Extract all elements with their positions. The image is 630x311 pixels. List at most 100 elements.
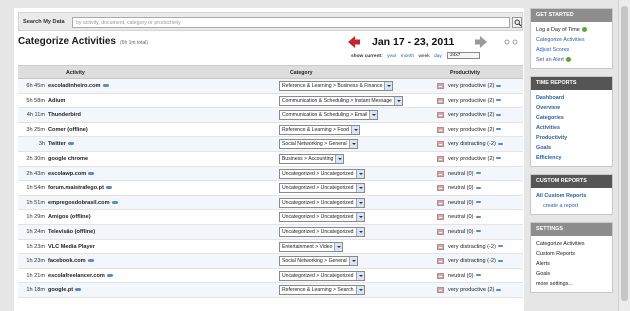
sidebar-item-productivity[interactable]: Productivity (536, 133, 607, 143)
column-category[interactable]: Category (290, 70, 313, 76)
category-select[interactable]: Uncategorized > Uncategorized (279, 168, 365, 179)
edit-link-icon[interactable] (475, 172, 481, 175)
scrollbar-thumb[interactable] (621, 6, 628, 301)
sidebar-item-categories[interactable]: Categories (536, 113, 607, 123)
timezone-select[interactable]: 24x7 (447, 52, 481, 59)
productivity-edit-icon[interactable] (437, 155, 444, 162)
productivity-edit-icon[interactable] (437, 199, 444, 206)
external-link-icon[interactable] (87, 259, 94, 263)
category-select[interactable]: Communication & Scheduling > Email (279, 110, 379, 121)
sidebar-item-overview[interactable]: Overview (536, 103, 607, 113)
external-link-icon[interactable] (111, 200, 118, 204)
category-select[interactable]: Uncategorized > Uncategorized (279, 226, 365, 237)
get-started-item[interactable]: Set an Alert (536, 55, 607, 65)
get-started-item[interactable]: Log a Day of Time (536, 25, 607, 35)
chevron-down-icon (355, 286, 364, 295)
total-time: (6h 1m total) (120, 40, 149, 46)
edit-link-icon[interactable] (496, 99, 502, 102)
productivity-edit-icon[interactable] (437, 126, 444, 133)
external-link-icon[interactable] (88, 171, 95, 175)
edit-link-icon[interactable] (496, 288, 502, 291)
external-link-icon[interactable] (106, 273, 113, 277)
edit-link-icon[interactable] (475, 201, 481, 204)
time-reports-box: TIME REPORTS Dashboard Overview Categori… (530, 76, 613, 167)
chevron-down-icon (348, 140, 357, 149)
chevron-down-icon (355, 271, 364, 280)
category-select[interactable]: Reference & Learning > Business & Financ… (279, 81, 394, 91)
show-month-link[interactable]: month (401, 54, 414, 59)
productivity-edit-icon[interactable] (437, 83, 444, 89)
productivity-edit-icon[interactable] (437, 214, 444, 221)
edit-link-icon[interactable] (496, 113, 502, 116)
sidebar-item-goals[interactable]: Goals (536, 143, 607, 153)
zoom-icons[interactable] (504, 39, 520, 45)
external-link-icon[interactable] (102, 84, 109, 88)
category-select[interactable]: Communication & Scheduling > Instant Mes… (279, 95, 404, 106)
category-select[interactable]: Uncategorized > Uncategorized (279, 270, 365, 281)
time-spent: 1h 23m (26, 258, 45, 265)
custom-reports-header: CUSTOM REPORTS (531, 175, 612, 188)
sidebar-item-activities[interactable]: Activities (536, 123, 607, 133)
external-link-icon[interactable] (75, 288, 82, 292)
productivity-edit-icon[interactable] (437, 272, 444, 279)
external-link-icon[interactable] (67, 142, 74, 146)
custom-reports-box: CUSTOM REPORTS All Custom Reports create… (530, 174, 613, 215)
edit-link-icon[interactable] (497, 142, 503, 145)
category-select[interactable]: Social Networking > General (279, 139, 358, 150)
column-activity[interactable]: Activity (66, 70, 85, 76)
settings-item-more[interactable]: more settings... (536, 279, 607, 289)
category-select[interactable]: Social Networking > General (279, 256, 358, 267)
check-icon (581, 27, 587, 33)
category-select[interactable]: Entertainment > Video (279, 241, 344, 252)
edit-link-icon[interactable] (475, 274, 481, 277)
edit-link-icon[interactable] (496, 128, 502, 131)
create-report-link[interactable]: create a report (536, 201, 607, 211)
show-day-link[interactable]: day (434, 54, 442, 59)
settings-item-goals[interactable]: Goals (536, 269, 607, 279)
time-spent: 6h 45m (26, 83, 45, 89)
edit-link-icon[interactable] (496, 157, 502, 160)
prev-week-icon[interactable] (347, 35, 361, 49)
productivity-edit-icon[interactable] (437, 112, 444, 119)
check-icon (565, 57, 571, 63)
edit-link-icon[interactable] (475, 215, 481, 218)
table-row: 1h 23m VLC Media Player Entertainment > Vi… (18, 240, 523, 255)
show-week-current: week (418, 53, 430, 59)
productivity-edit-icon[interactable] (437, 243, 444, 250)
category-select[interactable]: Uncategorized > Uncategorized (279, 183, 365, 194)
search-input[interactable] (72, 17, 510, 28)
productivity-edit-icon[interactable] (437, 185, 444, 192)
edit-link-icon[interactable] (475, 186, 481, 189)
edit-link-icon[interactable] (496, 84, 502, 87)
category-select[interactable]: Reference & Learning > Search (279, 285, 365, 296)
productivity-edit-icon[interactable] (437, 228, 444, 235)
scrollbar[interactable] (618, 0, 630, 311)
get-started-item[interactable]: Categorize Activities (536, 35, 607, 45)
productivity-edit-icon[interactable] (437, 97, 444, 104)
settings-item-alerts[interactable]: Alerts (536, 259, 607, 269)
next-week-icon[interactable] (474, 35, 488, 49)
category-select[interactable]: Reference & Learning > Food (279, 124, 360, 135)
all-custom-reports-link[interactable]: All Custom Reports (536, 191, 607, 201)
category-select[interactable]: Business > Accounting (279, 153, 345, 164)
settings-item-custom-reports[interactable]: Custom Reports (536, 249, 607, 259)
sidebar-item-efficiency[interactable]: Efficiency (536, 153, 607, 163)
sidebar-item-dashboard[interactable]: Dashboard (536, 93, 607, 103)
productivity-edit-icon[interactable] (437, 170, 444, 177)
category-select[interactable]: Uncategorized > Uncategorized (279, 197, 365, 208)
productivity-edit-icon[interactable] (437, 141, 444, 148)
productivity-value: very productive (2) (448, 98, 502, 104)
productivity-edit-icon[interactable] (437, 258, 444, 265)
edit-link-icon[interactable] (497, 245, 503, 248)
productivity-edit-icon[interactable] (437, 287, 444, 294)
show-year-link[interactable]: year (387, 54, 396, 59)
edit-link-icon[interactable] (497, 259, 503, 262)
page-title-text: Categorize Activities (18, 36, 116, 47)
category-select[interactable]: Uncategorized > Uncategorized (279, 212, 365, 223)
get-started-item[interactable]: Adjust Scores (536, 45, 607, 55)
settings-item-categorize[interactable]: Categorize Activities (536, 239, 607, 249)
edit-link-icon[interactable] (475, 230, 481, 233)
column-productivity[interactable]: Productivity (450, 70, 480, 76)
search-button[interactable] (512, 17, 522, 28)
external-link-icon[interactable] (105, 186, 112, 190)
